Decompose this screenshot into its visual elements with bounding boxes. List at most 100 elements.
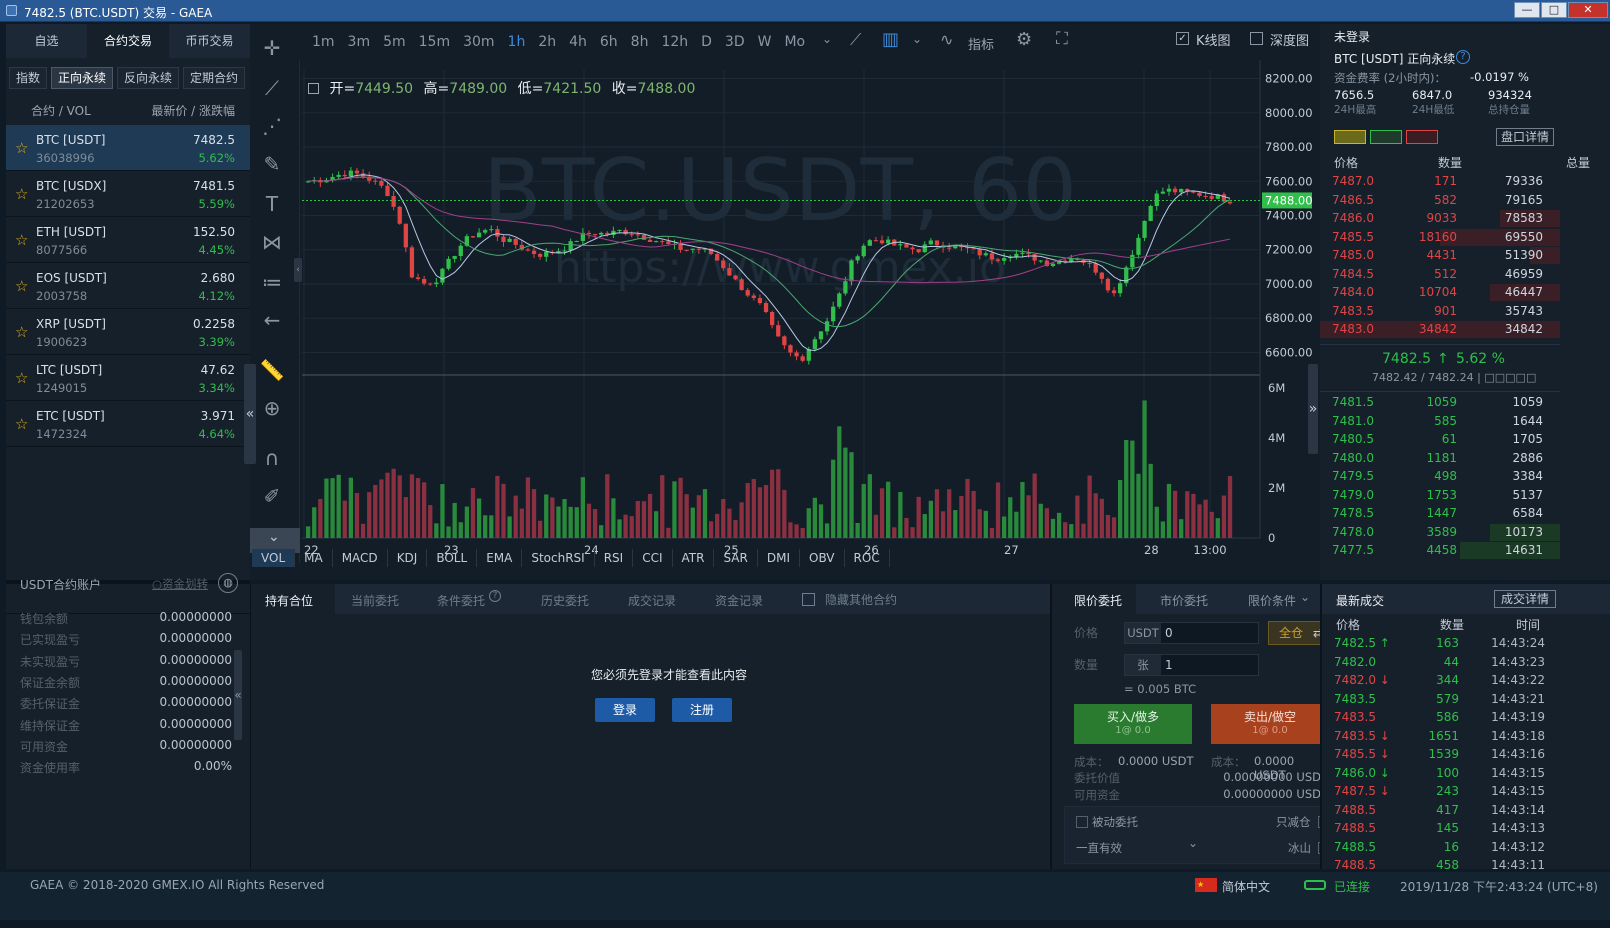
trades-detail-button[interactable]: 成交详情 (1494, 590, 1556, 608)
interval-1m[interactable]: 1m (312, 34, 335, 50)
market-row[interactable]: ☆ XRP [USDT] 1900623 0.2258 3.39% (6, 309, 250, 355)
ask-row[interactable]: 7483.0 34842 34842 (1320, 320, 1560, 339)
ask-row[interactable]: 7485.0 4431 51390 (1320, 246, 1560, 265)
depth-detail-button[interactable]: 盘口详情 (1496, 128, 1554, 146)
interval-W[interactable]: W (758, 34, 772, 50)
star-icon[interactable]: ☆ (15, 323, 28, 341)
order-tab-0[interactable]: 持有合位 (265, 592, 313, 609)
gear-icon[interactable]: ⚙ (1016, 29, 1032, 50)
depth-checkbox[interactable] (1250, 32, 1263, 45)
ruler-icon[interactable]: 📏 (258, 356, 286, 384)
register-button[interactable]: 注册 (672, 698, 732, 722)
market-row[interactable]: ☆ ETC [USDT] 1472324 3.971 4.64% (6, 401, 250, 447)
indicator-kdj[interactable]: KDJ (388, 549, 428, 567)
star-icon[interactable]: ☆ (15, 369, 28, 387)
passive-checkbox[interactable] (1076, 816, 1088, 828)
hide-other-checkbox[interactable] (802, 593, 815, 606)
minimize-button[interactable]: — (1514, 2, 1540, 18)
ask-row[interactable]: 7486.0 9033 78583 (1320, 209, 1560, 228)
tab-favorites[interactable]: 自选 (6, 24, 87, 58)
indicator-rsi[interactable]: RSI (595, 549, 634, 567)
interval-1h[interactable]: 1h (508, 34, 526, 50)
ob-mode-both-icon[interactable] (1334, 130, 1366, 144)
candle-icon[interactable]: ▥ (882, 29, 899, 50)
bid-row[interactable]: 7479.5 498 3384 (1320, 467, 1560, 486)
star-icon[interactable]: ☆ (15, 277, 28, 295)
fullscreen-icon[interactable]: ⛶ (1056, 29, 1068, 49)
transfer-link[interactable]: ○资金划转 (152, 576, 208, 592)
bid-row[interactable]: 7478.0 3589 10173 (1320, 523, 1560, 542)
subtab-index[interactable]: 指数 (9, 67, 47, 89)
left-expand-handle[interactable]: « (244, 364, 256, 464)
text-icon[interactable]: T (258, 190, 286, 218)
ask-row[interactable]: 7487.0 171 79336 (1320, 172, 1560, 191)
star-icon[interactable]: ☆ (15, 185, 28, 203)
interval-12h[interactable]: 12h (661, 34, 688, 50)
star-icon[interactable]: ☆ (15, 231, 28, 249)
interval-2h[interactable]: 2h (538, 34, 556, 50)
interval-Mo[interactable]: Mo (784, 34, 805, 50)
indicator-atr[interactable]: ATR (673, 549, 715, 567)
indicator-obv[interactable]: OBV (800, 549, 845, 567)
close-button[interactable]: ✕ (1568, 2, 1608, 18)
brush-icon[interactable]: ✎ (258, 150, 286, 178)
ob-mode-asks-icon[interactable] (1406, 130, 1438, 144)
tab-market[interactable]: 市价委托 (1160, 592, 1208, 609)
sell-short-button[interactable]: 卖出/做空 1@ 0.0 (1211, 704, 1329, 744)
ohlc-toggle-icon[interactable] (308, 83, 319, 94)
star-icon[interactable]: ☆ (15, 139, 28, 157)
tif-select[interactable]: 一直有效 (1076, 840, 1122, 856)
order-tab-3[interactable]: 历史委托 (541, 592, 589, 609)
indicator-button[interactable]: 指标 (968, 34, 994, 53)
wallet-icon[interactable]: ◍ (218, 573, 238, 593)
indicator-sar[interactable]: SAR (714, 549, 758, 567)
interval-15m[interactable]: 15m (419, 34, 450, 50)
login-status[interactable]: 未登录 (1334, 28, 1370, 45)
tab-stop-limit[interactable]: 限价条件 (1248, 592, 1296, 609)
fib-icon[interactable]: ⋰ (258, 112, 286, 140)
indicator-dmi[interactable]: DMI (758, 549, 800, 567)
ask-row[interactable]: 7484.0 10704 46447 (1320, 283, 1560, 302)
zoom-in-icon[interactable]: ⊕ (258, 394, 286, 422)
market-row[interactable]: ☆ LTC [USDT] 1249015 47.62 3.34% (6, 355, 250, 401)
maximize-button[interactable]: □ (1541, 2, 1567, 18)
subtab-futures[interactable]: 定期合约 (183, 67, 245, 89)
interval-30m[interactable]: 30m (463, 34, 494, 50)
bid-row[interactable]: 7479.0 1753 5137 (1320, 486, 1560, 505)
arrow-back-icon[interactable]: ← (258, 306, 286, 334)
tab-spot[interactable]: 币币交易 (169, 24, 250, 58)
help-icon[interactable]: ? (1456, 50, 1470, 64)
ask-row[interactable]: 7486.5 582 79165 (1320, 191, 1560, 210)
help-icon[interactable]: ? (489, 590, 501, 602)
interval-3D[interactable]: 3D (725, 34, 745, 50)
buy-long-button[interactable]: 买入/做多 1@ 0.0 (1074, 704, 1192, 744)
market-row[interactable]: ☆ BTC [USDT] 36038996 7482.5 5.62% (6, 125, 250, 171)
indicator-macd[interactable]: MACD (333, 549, 388, 567)
order-tab-5[interactable]: 资金记录 (715, 592, 763, 609)
language-select[interactable]: 简体中文 (1222, 878, 1270, 895)
lock-draw-icon[interactable]: ✐ (258, 482, 286, 510)
bid-row[interactable]: 7480.0 1181 2886 (1320, 449, 1560, 468)
interval-8h[interactable]: 8h (631, 34, 649, 50)
magnet-icon[interactable]: ∩ (258, 444, 286, 472)
qty-input[interactable]: 张 1 (1124, 654, 1259, 676)
ask-row[interactable]: 7484.5 512 46959 (1320, 265, 1560, 284)
indicator-icon[interactable]: ∿ (940, 30, 953, 49)
bid-row[interactable]: 7481.5 1059 1059 (1320, 393, 1560, 412)
indicator-ema[interactable]: EMA (477, 549, 523, 567)
crosshair-icon[interactable]: ✛ (258, 34, 286, 62)
tab-contract[interactable]: 合约交易 (87, 24, 169, 58)
order-tab-2[interactable]: 条件委托 (437, 592, 485, 609)
subtab-linear-perp[interactable]: 正向永续 (51, 67, 113, 89)
price-chart[interactable]: 8200.00 8000.00 7800.00 7600.00 7400.00 7200.… (300, 60, 1320, 563)
account-collapse-handle[interactable]: « (234, 650, 242, 740)
price-input[interactable]: USDT 0 (1124, 622, 1259, 644)
indicator-roc[interactable]: ROC (845, 549, 890, 567)
pattern-icon[interactable]: ⋈ (258, 228, 286, 256)
interval-5m[interactable]: 5m (383, 34, 406, 50)
tab-limit[interactable]: 限价委托 (1074, 592, 1122, 609)
kline-checkbox[interactable]: ✓ (1176, 32, 1189, 45)
ask-row[interactable]: 7483.5 901 35743 (1320, 302, 1560, 321)
indicator-cci[interactable]: CCI (633, 549, 673, 567)
market-row[interactable]: ☆ BTC [USDX] 21202653 7481.5 5.59% (6, 171, 250, 217)
